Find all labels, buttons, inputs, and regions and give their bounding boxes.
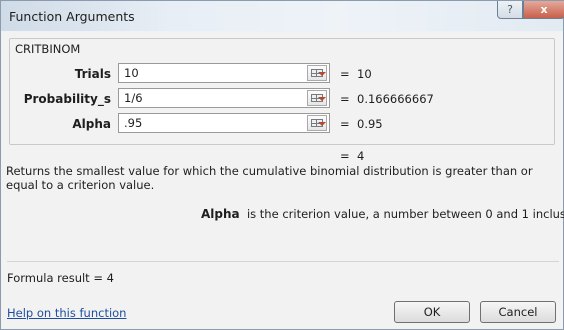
- alpha-collapse-button[interactable]: [307, 115, 327, 131]
- help-button[interactable]: ?: [497, 1, 523, 19]
- equals-sign: =: [340, 67, 350, 81]
- trials-value: 10: [357, 67, 372, 81]
- alpha-input[interactable]: [118, 113, 330, 133]
- formula-result: Formula result = 4: [7, 271, 114, 285]
- function-arguments-dialog: Function Arguments ? x CRITBINOM Trials …: [0, 0, 564, 330]
- question-mark-icon: ?: [507, 3, 513, 16]
- dialog-title: Function Arguments: [9, 9, 135, 24]
- equals-sign: =: [340, 117, 350, 131]
- trials-input[interactable]: [118, 63, 330, 83]
- argument-row-trials: Trials = 10: [1, 63, 564, 85]
- argument-help-text: is the criterion value, a number between…: [246, 207, 564, 221]
- trials-collapse-button[interactable]: [307, 65, 327, 81]
- divider: [7, 261, 559, 262]
- function-result-value: 4: [357, 149, 365, 163]
- probability-input[interactable]: [118, 88, 330, 108]
- help-on-function-link[interactable]: Help on this function: [7, 306, 126, 320]
- close-icon: x: [540, 3, 548, 16]
- equals-sign: =: [340, 149, 350, 163]
- probability-label: Probability_s: [23, 92, 111, 106]
- argument-row-alpha: Alpha = 0.95: [1, 113, 564, 135]
- title-bar[interactable]: Function Arguments ? x: [1, 1, 564, 31]
- argument-help: Alpha is the criterion value, a number b…: [201, 207, 564, 221]
- probability-collapse-button[interactable]: [307, 90, 327, 106]
- function-description: Returns the smallest value for which the…: [6, 164, 533, 192]
- equals-sign: =: [340, 92, 350, 106]
- collapse-arrow-icon: [318, 122, 326, 126]
- cancel-button[interactable]: Cancel: [480, 301, 556, 323]
- alpha-value: 0.95: [357, 117, 383, 131]
- trials-label: Trials: [74, 67, 111, 81]
- probability-value: 0.166666667: [357, 92, 434, 106]
- function-name: CRITBINOM: [15, 42, 81, 56]
- argument-row-probability: Probability_s = 0.166666667: [1, 88, 564, 110]
- collapse-arrow-icon: [318, 72, 326, 76]
- collapse-arrow-icon: [318, 97, 326, 101]
- alpha-label: Alpha: [72, 117, 111, 131]
- ok-button[interactable]: OK: [394, 301, 470, 323]
- close-button[interactable]: x: [523, 1, 564, 19]
- argument-help-name: Alpha: [201, 207, 240, 221]
